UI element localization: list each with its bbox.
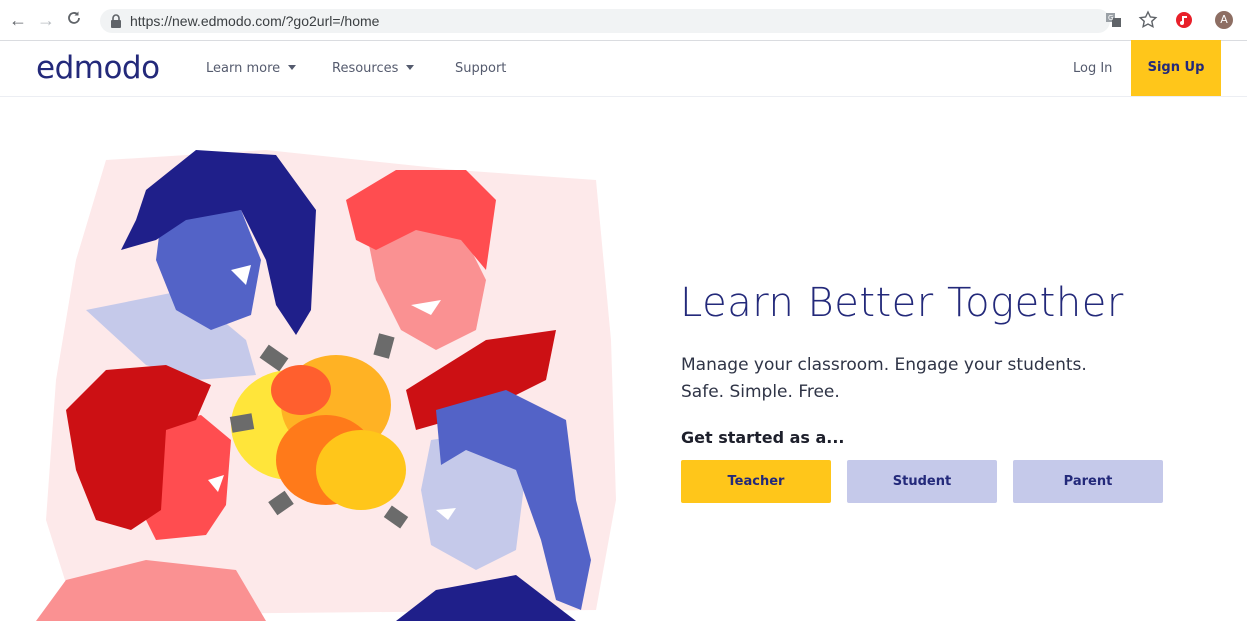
- translate-icon[interactable]: G: [1104, 10, 1124, 30]
- student-button[interactable]: Student: [847, 460, 997, 503]
- site-header: edmodo Learn more Resources Support Log …: [0, 40, 1247, 97]
- url-text: https://new.edmodo.com/?go2url=/home: [130, 13, 380, 29]
- lightbulb: [316, 430, 406, 510]
- teacher-button[interactable]: Teacher: [681, 460, 831, 503]
- hero-illustration: [36, 150, 616, 621]
- forward-arrow-icon[interactable]: →: [36, 10, 56, 30]
- browser-toolbar: ← → https://new.edmodo.com/?go2url=/home…: [0, 0, 1247, 41]
- hero-subtitle: Manage your classroom. Engage your stude…: [681, 352, 1087, 406]
- chevron-down-icon: [288, 65, 297, 70]
- get-started-label: Get started as a...: [681, 428, 845, 447]
- extension-icon[interactable]: [1174, 10, 1194, 30]
- nav-learn-more-label: Learn more: [206, 61, 281, 76]
- edmodo-logo[interactable]: edmodo: [36, 50, 160, 86]
- signup-button[interactable]: Sign Up: [1131, 40, 1221, 96]
- hero-subtitle-line-2: Safe. Simple. Free.: [681, 382, 840, 402]
- nav-resources[interactable]: Resources: [332, 61, 415, 76]
- svg-text:G: G: [1108, 14, 1113, 22]
- nav-learn-more[interactable]: Learn more: [206, 61, 297, 76]
- back-arrow-icon[interactable]: ←: [8, 10, 28, 30]
- reload-icon[interactable]: [64, 10, 84, 30]
- star-icon[interactable]: [1138, 10, 1158, 30]
- hero-headline: Learn Better Together: [680, 280, 1124, 326]
- login-link[interactable]: Log In: [1073, 61, 1112, 76]
- profile-avatar[interactable]: A: [1215, 11, 1233, 29]
- lock-icon: [111, 14, 121, 28]
- lightbulb: [271, 365, 331, 415]
- nav-support[interactable]: Support: [455, 61, 506, 76]
- address-bar[interactable]: https://new.edmodo.com/?go2url=/home: [100, 9, 1110, 33]
- chevron-down-icon: [406, 65, 415, 70]
- nav-resources-label: Resources: [332, 61, 399, 76]
- hero-subtitle-line-1: Manage your classroom. Engage your stude…: [681, 355, 1087, 375]
- parent-button[interactable]: Parent: [1013, 460, 1163, 503]
